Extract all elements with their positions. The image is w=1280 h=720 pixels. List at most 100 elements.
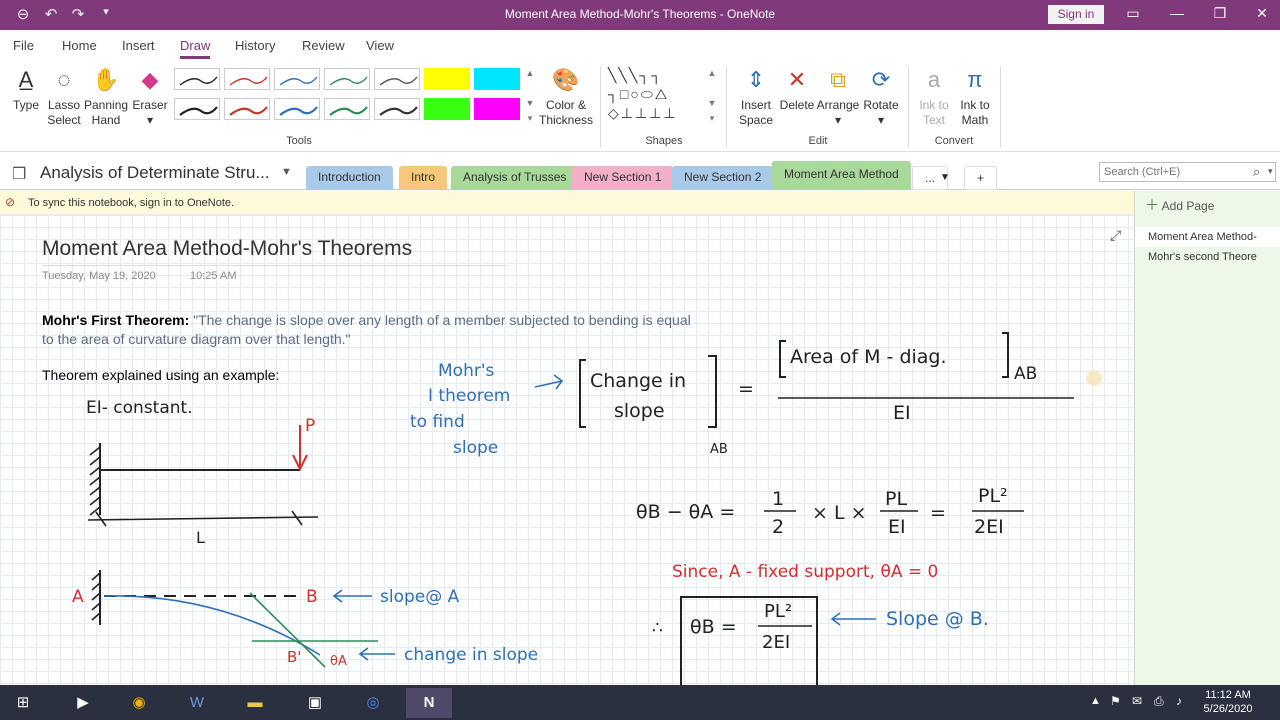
diamond-shape-icon[interactable]: ◇⊥⊥⊥⊥ <box>608 105 678 121</box>
page-item-moment-area[interactable]: Moment Area Method- <box>1135 227 1280 247</box>
section-tab-new-section-1[interactable]: New Section 1 <box>572 166 674 190</box>
shapes-group-label: Shapes <box>645 135 683 147</box>
slope-a-arrow <box>332 589 372 603</box>
pen-swatch[interactable] <box>324 68 370 90</box>
ribbon-display-icon[interactable]: ▭ <box>1119 5 1147 22</box>
panning-hand-button[interactable]: ✋ Panning Hand <box>84 66 128 128</box>
tab-review[interactable]: Review <box>302 38 345 53</box>
pen-swatch[interactable] <box>174 98 220 120</box>
ink-p: P <box>305 416 315 436</box>
ink-equals: = <box>738 378 754 400</box>
pen-swatch[interactable] <box>274 68 320 90</box>
notebook-icon[interactable]: ❒ <box>12 164 26 184</box>
ink-one: 1 <box>772 488 784 510</box>
sync-message[interactable]: To sync this notebook, sign in to OneNot… <box>28 197 234 209</box>
tab-history[interactable]: History <box>235 38 275 53</box>
delete-x-icon: ✕ <box>787 67 807 92</box>
notebook-dropdown-icon[interactable]: ▼ <box>281 166 292 178</box>
clock[interactable]: 11:12 AM 5/26/2020 <box>1200 688 1256 716</box>
onenote-icon: N <box>423 694 435 711</box>
rect-shape-icon[interactable]: ┐□○⬭△ <box>608 86 669 102</box>
volume-icon[interactable]: ♪ <box>1176 694 1182 708</box>
shapes-gallery-scroll[interactable]: ▲ ▼ ▾ <box>706 66 718 126</box>
pen-swatch[interactable] <box>224 98 270 120</box>
ink-to-math-button[interactable]: π Ink to Math <box>954 66 996 128</box>
highlighter-swatch[interactable] <box>474 68 520 90</box>
ink-ab-sub: AB <box>710 442 728 457</box>
pen-cursor-dot <box>1086 370 1102 386</box>
tray-sync-icon[interactable]: ✉ <box>1132 694 1142 708</box>
pen-swatch[interactable] <box>374 68 420 90</box>
tray-network-icon[interactable]: ⚑ <box>1110 694 1121 708</box>
lasso-select-button[interactable]: ◌ Lasso Select <box>44 66 84 128</box>
search-icon[interactable]: ⌕ <box>1253 164 1260 180</box>
section-tab-intro[interactable]: Intro <box>399 166 448 190</box>
hand-icon: ✋ <box>92 67 120 92</box>
ink-times-l: × L × <box>812 502 867 524</box>
highlighter-swatch[interactable] <box>474 98 520 120</box>
ink-since: Since, A - fixed support, θA = 0 <box>672 562 938 582</box>
tab-file[interactable]: File <box>13 38 34 53</box>
taskbar: ⊞ ▶ ◉ W ▬ ▣ ◎ N ▲ ⚑ ✉ ⎙ ♪ 11:12 AM 5/26/… <box>0 685 1280 720</box>
section-bar: ❒ Analysis of Determinate Stru... ▼ Intr… <box>0 152 1280 190</box>
insert-space-button[interactable]: ⇕ Insert Space <box>734 66 778 128</box>
notebook-name[interactable]: Analysis of Determinate Stru... <box>40 163 270 183</box>
pen-swatch[interactable] <box>374 98 420 120</box>
pen-swatch[interactable] <box>174 68 220 90</box>
close-icon[interactable]: ✕ <box>1248 5 1276 22</box>
ink-two: 2 <box>772 516 784 538</box>
taskbar-onenote[interactable]: N <box>406 688 452 718</box>
ink-two-ei: 2EI <box>974 516 1004 538</box>
section-tab-introduction[interactable]: Introduction <box>306 166 393 190</box>
tray-printer-icon[interactable]: ⎙ <box>1154 694 1164 709</box>
taskbar-explorer[interactable]: ▬ <box>232 688 278 718</box>
restore-icon[interactable]: ❐ <box>1206 5 1234 22</box>
pen-swatch[interactable] <box>274 98 320 120</box>
taskbar-powershell[interactable]: ▶ <box>60 688 106 718</box>
tray-expand-icon[interactable]: ▲ <box>1090 695 1101 707</box>
word-icon: W <box>189 694 205 711</box>
ink-to-text-button[interactable]: a Ink to Text <box>914 66 954 128</box>
section-tab-analysis-trusses[interactable]: Analysis of Trusses <box>451 166 579 190</box>
support-hatch <box>89 446 101 516</box>
page-item-mohrs-second[interactable]: Mohr's second Theore <box>1135 249 1280 269</box>
taskbar-word[interactable]: W <box>174 688 220 718</box>
tab-home[interactable]: Home <box>62 38 97 53</box>
taskbar-chrome-2[interactable]: ◎ <box>350 688 396 718</box>
section-tab-moment-area[interactable]: Moment Area Method <box>772 161 911 190</box>
type-button[interactable]: A̲ Type <box>8 66 44 113</box>
ribbon-tabs: File Home Insert Draw History Review Vie… <box>0 30 1280 60</box>
shapes-gallery: ╲╲╲┐┐ ┐□○⬭△ ◇⊥⊥⊥⊥ <box>608 66 706 124</box>
sign-in-button[interactable]: Sign in <box>1048 5 1104 24</box>
taskbar-chrome[interactable]: ◉ <box>116 688 162 718</box>
tab-insert[interactable]: Insert <box>122 38 155 53</box>
taskbar-app[interactable]: ▣ <box>292 688 338 718</box>
edit-group-label: Edit <box>808 135 828 147</box>
rotate-button[interactable]: ⟳ Rotate ▾ <box>860 66 902 128</box>
start-button[interactable]: ⊞ <box>0 688 46 718</box>
eraser-button[interactable]: ◆ Eraser ▾ <box>130 66 170 128</box>
section-tab-new-section-2[interactable]: New Section 2 <box>672 166 774 190</box>
palette-icon: 🎨 <box>552 67 580 92</box>
add-section-button[interactable]: + <box>964 166 998 190</box>
ink-area-m: Area of M - diag. <box>790 346 947 368</box>
ink-b: B <box>306 587 318 607</box>
delete-button[interactable]: ✕ Delete <box>778 66 816 113</box>
page-canvas[interactable]: ⤢ Moment Area Method-Mohr's Theorems Tue… <box>0 215 1134 685</box>
pen-swatch[interactable] <box>324 98 370 120</box>
color-thickness-button[interactable]: 🎨 Color & Thickness <box>538 66 594 128</box>
pen-swatch[interactable] <box>224 68 270 90</box>
highlighter-swatch[interactable] <box>424 68 470 90</box>
highlighter-swatch[interactable] <box>424 98 470 120</box>
tab-draw[interactable]: Draw <box>180 38 211 59</box>
minimize-icon[interactable]: — <box>1163 5 1191 21</box>
search-input[interactable] <box>1099 162 1276 182</box>
search-scope-dropdown-icon[interactable]: ▾ <box>1268 166 1273 177</box>
add-page-button[interactable]: ＋ Add Page <box>1145 195 1214 215</box>
pen-gallery-scroll[interactable]: ▲ ▼ ▾ <box>524 66 536 126</box>
divider <box>908 66 909 148</box>
arrange-button[interactable]: ⧉ Arrange ▾ <box>816 66 860 128</box>
chevron-down-icon[interactable]: ▼ <box>940 172 950 183</box>
line-shape-icon[interactable]: ╲╲╲┐┐ <box>608 67 663 83</box>
tab-view[interactable]: View <box>366 38 394 53</box>
